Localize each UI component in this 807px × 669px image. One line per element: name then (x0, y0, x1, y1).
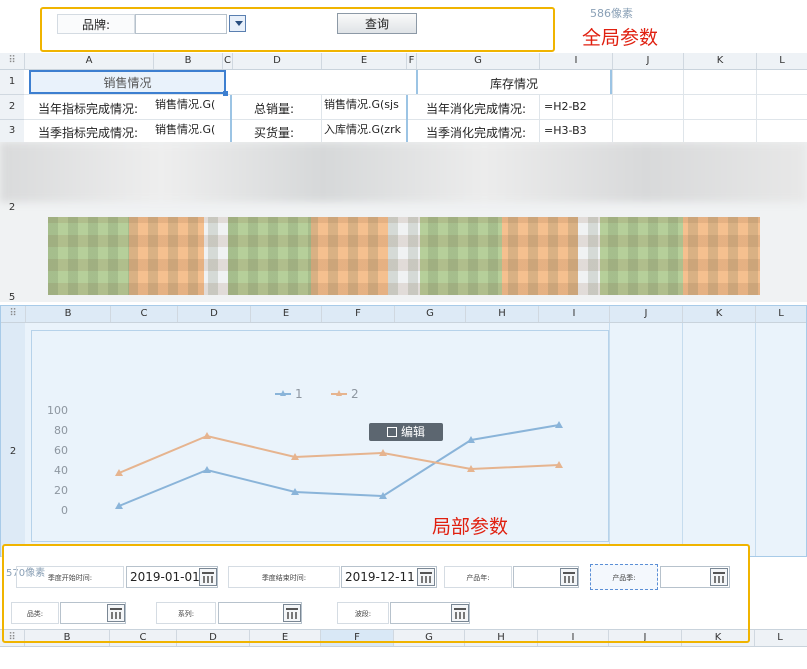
row-header[interactable]: 2 (1, 323, 25, 557)
row-header[interactable]: 2 (0, 95, 24, 120)
y-tick-label: 100 (47, 404, 68, 417)
row-header[interactable]: 1 (0, 70, 24, 95)
column-border (230, 95, 232, 142)
col-header[interactable]: K (684, 53, 757, 69)
local-param-highlight (2, 544, 750, 643)
col-header[interactable]: J (610, 306, 683, 322)
col-header[interactable]: I (540, 53, 613, 69)
col-header[interactable]: G (395, 306, 466, 322)
sheet1-corner: ⠿ (0, 53, 25, 69)
inventory-title: 库存情况 (489, 77, 538, 91)
grid-line (539, 95, 540, 142)
col-header[interactable]: G (417, 53, 540, 69)
col-header[interactable]: C (111, 306, 178, 322)
blur-band (0, 142, 807, 202)
grid-line (683, 70, 684, 142)
local-param-annotation: 局部参数 (432, 516, 509, 538)
blurred-region: 2 5 (0, 142, 807, 302)
column-border (406, 95, 408, 142)
cell-g3: 当季消化完成情况: (426, 126, 527, 140)
edit-label: 编辑 (400, 425, 425, 439)
col-header[interactable]: J (613, 53, 684, 69)
row-header: 2 (8, 202, 16, 213)
chart-series (115, 421, 563, 509)
data-point (203, 466, 211, 473)
legend-label: 2 (351, 387, 359, 401)
pixel-noise (48, 217, 760, 295)
cell-g2: 当年消化完成情况: (426, 102, 527, 116)
line-chart[interactable]: 12 020406080100AppleBananaPearOrangeGrap… (31, 330, 609, 562)
col-header[interactable]: D (178, 306, 251, 322)
cell-e2: 销售情况.G(sjs (324, 98, 399, 111)
grid-line (755, 323, 756, 556)
col-header[interactable]: B (154, 53, 223, 69)
edit-icon (386, 427, 397, 437)
cell-i3: =H3-B3 (544, 124, 587, 137)
grid-line (24, 119, 807, 120)
sheet1-column-header: ⠿ A B C D E F G I J K L (0, 53, 807, 70)
row-header: 5 (8, 292, 16, 302)
y-tick-label: 0 (61, 504, 68, 517)
col-header[interactable]: L (756, 306, 806, 322)
global-width-note: 586像素 (590, 7, 633, 20)
grid-line (682, 323, 683, 556)
y-tick-label: 80 (54, 424, 68, 437)
col-header[interactable]: A (25, 53, 154, 69)
cell-a2: 当年指标完成情况: (38, 102, 139, 116)
grid-line (24, 94, 807, 95)
cell-d2: 总销量: (254, 102, 295, 116)
cell-e3: 入库情况.G(zrk (324, 123, 401, 136)
global-param-annotation: 全局参数 (582, 27, 659, 49)
col-header[interactable]: L (757, 53, 807, 69)
col-header[interactable]: D (233, 53, 322, 69)
col-header[interactable]: I (539, 306, 610, 322)
grid-line (612, 70, 613, 142)
row-header[interactable]: 3 (0, 120, 24, 143)
grid-line (756, 70, 757, 142)
col-header[interactable]: B (26, 306, 111, 322)
col-header[interactable]: L (755, 630, 805, 646)
y-tick-label: 20 (54, 484, 68, 497)
global-param-highlight (40, 7, 555, 52)
col-header[interactable]: H (466, 306, 539, 322)
col-header[interactable]: F (322, 306, 395, 322)
grid-line (321, 95, 322, 142)
col-header[interactable]: E (322, 53, 407, 69)
series-line (118, 434, 560, 474)
data-point (203, 432, 211, 439)
cell-i2: =H2-B2 (544, 100, 587, 113)
col-header[interactable]: C (223, 53, 233, 69)
sheet2-column-header: ⠿ B C D E F G H I J K L (1, 306, 806, 323)
y-tick-label: 40 (54, 464, 68, 477)
sales-title: 销售情况 (103, 76, 152, 90)
grid-line (609, 323, 610, 556)
col-header[interactable]: K (683, 306, 756, 322)
legend-label: 1 (295, 387, 303, 401)
cell-d3: 买货量: (254, 126, 295, 140)
edit-button[interactable]: 编辑 (369, 423, 443, 441)
chart-legend: 12 (275, 387, 359, 401)
cell-a3: 当季指标完成情况: (38, 126, 139, 140)
selection-handle[interactable] (223, 91, 228, 96)
sheet2-corner: ⠿ (1, 306, 26, 322)
col-header[interactable]: F (407, 53, 417, 69)
col-header[interactable]: E (251, 306, 322, 322)
series-line (118, 424, 560, 507)
cell-b3: 销售情况.G( (155, 123, 216, 136)
y-tick-label: 60 (54, 444, 68, 457)
cell-b2: 销售情况.G( (155, 98, 216, 111)
